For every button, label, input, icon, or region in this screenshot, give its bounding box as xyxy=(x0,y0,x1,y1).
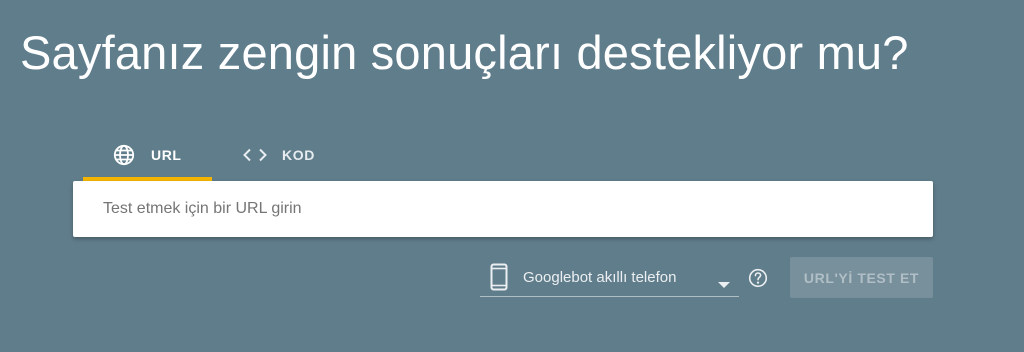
tab-url[interactable]: URL xyxy=(83,128,212,181)
tab-code[interactable]: KOD xyxy=(212,128,342,181)
chevron-down-icon xyxy=(718,275,730,293)
url-input-card xyxy=(73,181,933,237)
code-icon xyxy=(242,143,268,167)
url-input[interactable] xyxy=(73,181,933,237)
test-url-button[interactable]: URL'Yİ TEST ET xyxy=(790,257,933,298)
tab-code-label: KOD xyxy=(282,146,315,163)
globe-icon xyxy=(112,143,136,167)
help-icon[interactable] xyxy=(748,268,768,293)
tab-url-label: URL xyxy=(151,146,182,163)
page-title: Sayfanız zengin sonuçları destekliyor mu… xyxy=(20,26,909,79)
smartphone-icon xyxy=(490,263,508,296)
input-mode-tabs: URL KOD xyxy=(83,128,342,181)
device-select[interactable]: Googlebot akıllı telefon xyxy=(480,257,739,297)
device-select-value: Googlebot akıllı telefon xyxy=(523,269,677,286)
